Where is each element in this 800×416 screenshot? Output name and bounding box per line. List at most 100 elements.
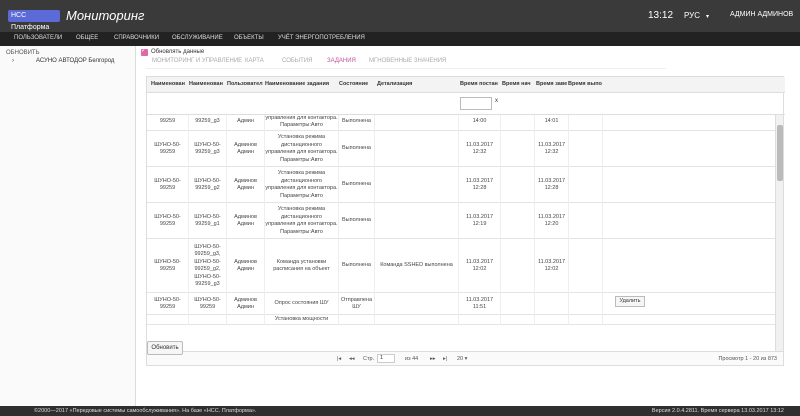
table-scrollbar[interactable] [775, 115, 783, 351]
cell-detail [375, 293, 459, 315]
col-header-time-exec[interactable]: Время выпол [568, 81, 602, 87]
cell-time-start [501, 203, 535, 239]
chevron-down-icon: ▾ [706, 14, 710, 20]
cell-time-end: 11.03.2017 12:28 [535, 167, 569, 203]
col-header-time-end[interactable]: Время заве [536, 81, 568, 87]
cell-detail [375, 315, 459, 325]
cell-user: Админ [227, 115, 265, 131]
cell-state: Выполнена [339, 203, 375, 239]
scrollbar-thumb[interactable] [777, 125, 783, 181]
col-header-detail[interactable]: Детализация [377, 81, 437, 87]
records-summary: Просмотр 1 - 20 из 873 [718, 356, 777, 362]
col-header-name1[interactable]: Наименован [151, 81, 189, 87]
col-header-name2[interactable]: Наименован [189, 81, 225, 87]
auto-refresh-checkbox[interactable] [141, 47, 148, 56]
col-header-time-set[interactable]: Время постан [460, 81, 500, 87]
col-header-task[interactable]: Наименование задания [265, 81, 337, 87]
footer-copyright: ©2000—2017 «Передовые системы самообслуж… [34, 408, 257, 414]
clock: 13:12 [648, 10, 674, 21]
cell-time-end: 14:01 [535, 115, 569, 131]
tab-monitoring[interactable]: МОНИТОРИНГ И УПРАВЛЕНИЕ [152, 58, 242, 64]
page-label: Стр. [363, 356, 375, 362]
cell-time-start [501, 239, 535, 293]
cell-time-exec [569, 203, 603, 239]
cell-name2: ШУНО-50- 99259 [189, 293, 227, 315]
page-input[interactable]: 1 [377, 354, 395, 363]
per-page-select[interactable]: 20 ▾ [457, 356, 467, 362]
cell-user [227, 315, 265, 325]
menu-item-general[interactable]: ОБЩЕЕ [76, 35, 98, 41]
cell-name1: ШУНО-50- 99259 [147, 131, 189, 167]
cell-task: Установка режима дистанционного управлен… [265, 167, 339, 203]
cell-name1 [147, 315, 189, 325]
cell-user: Админов Админ [227, 239, 265, 293]
table-row[interactable]: ШУНО-50- 99259 ШУНО-50- 99259_g1 Админов А… [147, 203, 775, 239]
main-menu: ПОЛЬЗОВАТЕЛИ ОБЩЕЕ СПРАВОЧНИКИ ОБСЛУЖИВА… [0, 32, 800, 46]
cell-task: Опрос состояния ШУ [265, 293, 339, 315]
table-row[interactable]: 99259 99259_g3 Админ управления для контакт… [147, 115, 775, 131]
cell-name2: ШУНО-50- 99259_g3, ШУНО-50- 99259_g2, ШУ… [189, 239, 227, 293]
time-filter-input[interactable] [460, 97, 492, 110]
menu-item-maintenance[interactable]: ОБСЛУЖИВАНИЕ [172, 35, 223, 41]
cell-state: Отправлена ШУ [339, 293, 375, 315]
language-selector[interactable]: РУС ▾ [684, 11, 709, 20]
app-title: Мониторинг [66, 8, 145, 23]
col-header-time-start[interactable]: Время нач [502, 81, 534, 87]
menu-item-energy[interactable]: УЧЁТ ЭНЕРГОПОТРЕБЛЕНИЯ [278, 35, 365, 41]
menu-item-users[interactable]: ПОЛЬЗОВАТЕЛИ [14, 35, 62, 41]
chevron-right-icon[interactable]: › [12, 58, 14, 64]
menu-item-objects[interactable]: ОБЪЕКТЫ [234, 35, 264, 41]
cell-user: Админов Админ [227, 167, 265, 203]
table-row[interactable]: ШУНО-50- 99259 ШУНО-50- 99259_g3, ШУНО-50… [147, 239, 775, 293]
cell-time-set: 11.03.2017 12:19 [459, 203, 501, 239]
tree-node[interactable]: › АСУНО АВТОДОР Белгород [12, 58, 114, 64]
cell-task: Команда установки расписания на объект [265, 239, 339, 293]
clear-filter-icon[interactable]: x [495, 98, 498, 104]
tab-map[interactable]: КАРТА [245, 58, 264, 64]
col-header-state[interactable]: Состояние [339, 81, 373, 87]
language-label: РУС [684, 11, 701, 20]
cell-time-exec [569, 293, 603, 315]
cell-time-start [501, 167, 535, 203]
cell-time-end: 11.03.2017 12:02 [535, 239, 569, 293]
cell-time-set: 11.03.2017 11:51 [459, 293, 501, 315]
tasks-table: Наименован Наименован Пользовател Наимен… [146, 76, 785, 366]
cell-name1: ШУНО-50- 99259 [147, 203, 189, 239]
table-row[interactable]: ШУНО-50- 99259 ШУНО-50- 99259 Админов Адми… [147, 293, 775, 315]
cell-state [339, 315, 375, 325]
first-page-icon[interactable]: |◂ [337, 356, 341, 362]
cell-name2: ШУНО-50- 99259_g1 [189, 203, 227, 239]
logo: НСС Платформа [8, 10, 60, 31]
cell-time-set: 11.03.2017 12:02 [459, 239, 501, 293]
delete-button[interactable]: Удалить [615, 296, 645, 307]
tab-events[interactable]: СОБЫТИЯ [282, 58, 312, 64]
table-row[interactable]: Установка мощности [147, 315, 775, 325]
sidebar-refresh-link[interactable]: ОБНОВИТЬ [6, 50, 40, 56]
user-menu[interactable]: АДМИН АДМИНОВ [730, 11, 793, 18]
cell-state: Выполнена [339, 167, 375, 203]
tab-tasks[interactable]: ЗАДАНИЯ [327, 58, 356, 64]
cell-time-exec [569, 115, 603, 131]
top-bar: НСС Платформа Мониторинг 13:12 РУС ▾ АДМИ… [0, 0, 800, 32]
cell-task: Установка режима дистанционного управлен… [265, 203, 339, 239]
cell-name1: ШУНО-50- 99259 [147, 239, 189, 293]
cell-time-exec [569, 131, 603, 167]
menu-item-directories[interactable]: СПРАВОЧНИКИ [114, 35, 159, 41]
refresh-button[interactable]: Обновить [147, 341, 183, 355]
last-page-icon[interactable]: ▸| [443, 356, 447, 362]
cell-time-start [501, 131, 535, 167]
cell-time-end: 11.03.2017 12:32 [535, 131, 569, 167]
cell-time-end [535, 293, 569, 315]
cell-time-set: 11.03.2017 12:28 [459, 167, 501, 203]
next-page-icon[interactable]: ▸▸ [430, 356, 436, 362]
tab-divider [146, 68, 666, 69]
tab-instant-values[interactable]: МГНОВЕННЫЕ ЗНАЧЕНИЯ [369, 58, 446, 64]
cell-time-set: 11.03.2017 12:32 [459, 131, 501, 167]
table-row[interactable]: ШУНО-50- 99259 ШУНО-50- 99259_g3 Админов А… [147, 131, 775, 167]
footer: ©2000—2017 «Передовые системы самообслуж… [0, 406, 800, 416]
col-header-user[interactable]: Пользовател [227, 81, 263, 87]
cell-time-set: 14:00 [459, 115, 501, 131]
table-row[interactable]: ШУНО-50- 99259 ШУНО-50- 99259_g2 Админов А… [147, 167, 775, 203]
prev-page-icon[interactable]: ◂◂ [349, 356, 355, 362]
cell-user: Админов Админ [227, 131, 265, 167]
